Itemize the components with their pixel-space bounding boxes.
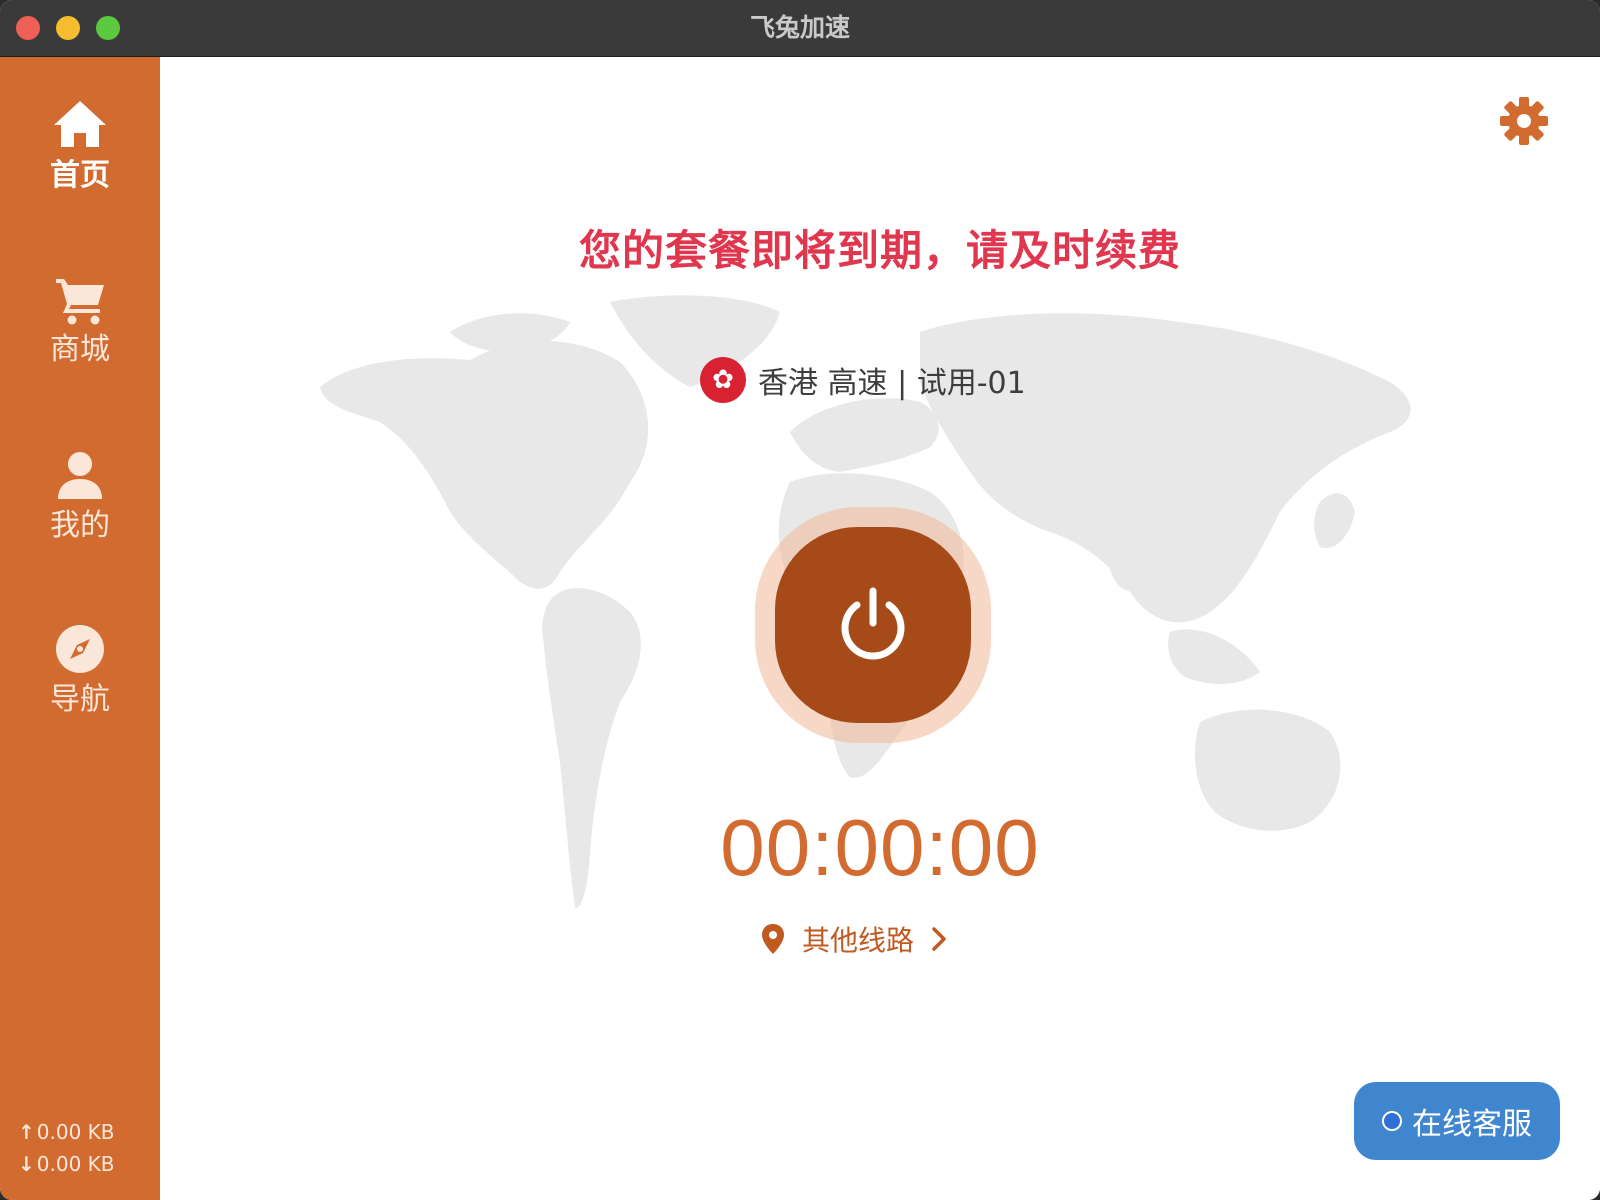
upload-value: 0.00 KB: [36, 1120, 115, 1144]
download-value: 0.00 KB: [36, 1152, 115, 1176]
sidebar-item-mine[interactable]: 我的: [0, 445, 160, 565]
online-support-button[interactable]: 在线客服: [1354, 1082, 1560, 1160]
sidebar-item-label: 商城: [50, 332, 110, 367]
sidebar-item-home[interactable]: 首页: [0, 95, 160, 215]
app-window: 飞兔加速 首页 商城 我的 导航 ↑ 0.00 KB ↓ 0.00 KB 您的套…: [0, 0, 1600, 1200]
sidebar-item-guide[interactable]: 导航: [0, 619, 160, 739]
home-icon: [54, 101, 106, 147]
support-label: 在线客服: [1412, 1107, 1532, 1142]
power-button-core: [775, 527, 971, 723]
chevron-right-icon: [932, 927, 946, 951]
window-title: 飞兔加速: [749, 13, 850, 42]
main-panel: 您的套餐即将到期，请及时续费 ✿ 香港 高速 | 试用-01 00:00:00 …: [160, 57, 1600, 1200]
sidebar: 首页 商城 我的 导航 ↑ 0.00 KB ↓ 0.00 KB: [0, 57, 160, 1200]
upload-stat: ↑ 0.00 KB: [18, 1116, 115, 1148]
sidebar-item-mall[interactable]: 商城: [0, 269, 160, 389]
title-bar: 飞兔加速: [0, 0, 1600, 57]
hong-kong-flag-icon: ✿: [700, 357, 746, 403]
gear-icon[interactable]: [1498, 95, 1550, 147]
other-lines-label: 其他线路: [802, 924, 915, 957]
traffic-stats: ↑ 0.00 KB ↓ 0.00 KB: [18, 1116, 115, 1180]
connect-button[interactable]: [755, 507, 991, 743]
sidebar-item-label: 首页: [50, 158, 110, 193]
chat-status-icon: [1382, 1111, 1402, 1131]
sidebar-item-label: 导航: [50, 682, 110, 717]
sidebar-item-label: 我的: [50, 508, 110, 543]
other-lines-link[interactable]: 其他线路: [760, 917, 948, 961]
connection-timer: 00:00:00: [720, 803, 1040, 892]
compass-icon: [56, 625, 104, 673]
download-stat: ↓ 0.00 KB: [18, 1148, 115, 1180]
current-server[interactable]: ✿ 香港 高速 | 试用-01: [700, 357, 1026, 403]
power-icon: [841, 587, 905, 660]
expiry-warning: 您的套餐即将到期，请及时续费: [578, 226, 1181, 275]
upload-arrow-icon: ↑: [18, 1120, 35, 1144]
location-pin-icon: [762, 924, 784, 954]
server-name: 香港 高速 | 试用-01: [758, 366, 1026, 401]
user-icon: [58, 452, 102, 499]
download-arrow-icon: ↓: [18, 1152, 35, 1176]
cart-icon: [56, 279, 104, 325]
